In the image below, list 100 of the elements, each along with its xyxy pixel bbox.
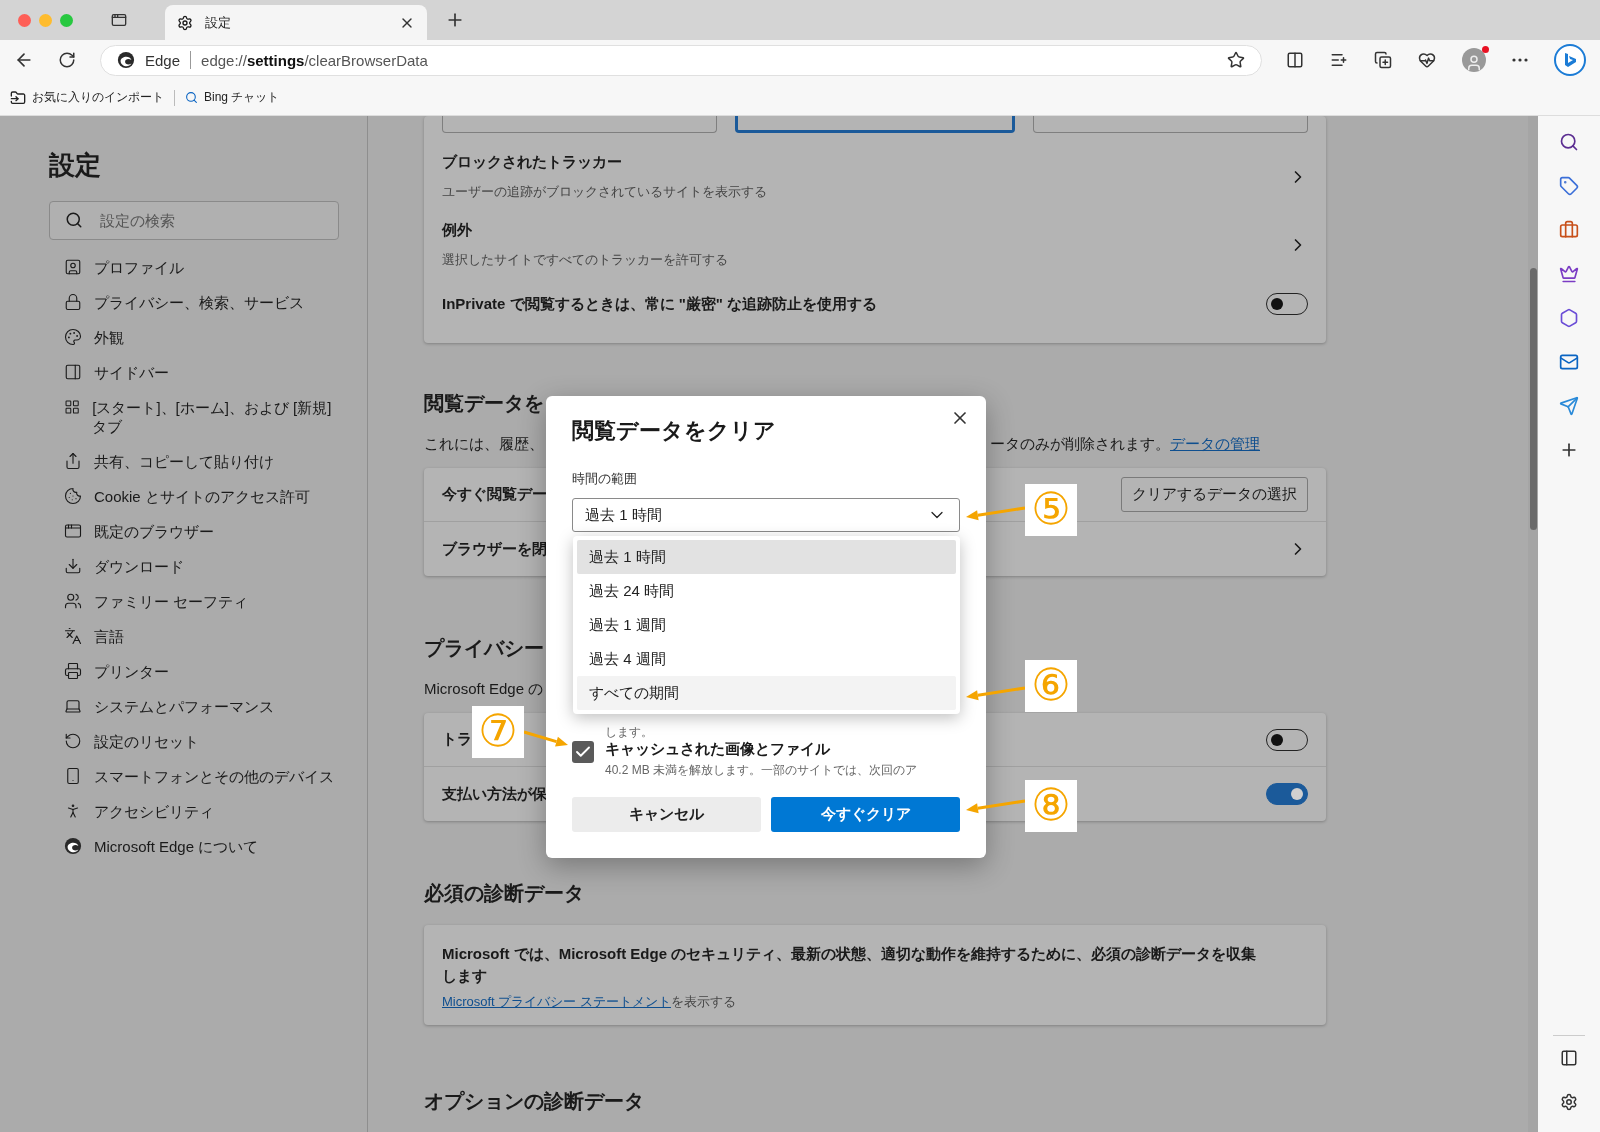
row-title: トラ	[442, 730, 472, 749]
nav-item[interactable]: スマートフォンとその他のデバイス	[49, 759, 339, 794]
browser-window-icon	[64, 522, 82, 540]
search-icon	[65, 211, 83, 229]
checkbox-description: 40.2 MB 未満を解放します。一部のサイトでは、次回のア	[605, 762, 918, 779]
step-number-label: ⑥	[1025, 660, 1077, 712]
row-title: ブロックされたトラッカー	[442, 153, 622, 172]
diagnostic-text: Microsoft では、Microsoft Edge のセキュリティ、最新の状態、適切な動作を維持するために、必須の診断データを収集します	[442, 944, 1258, 986]
dropdown-option[interactable]: すべての期間	[577, 676, 956, 710]
section-description: Microsoft Edge の	[424, 680, 544, 699]
nav-item[interactable]: ファミリー セーフティ	[49, 584, 339, 619]
toggle-switch[interactable]	[1266, 783, 1308, 805]
grid-icon	[64, 398, 81, 416]
tab-actions-icon[interactable]	[111, 12, 127, 28]
annotation-arrow	[966, 686, 1026, 701]
nav-item[interactable]: 外観	[49, 320, 339, 355]
manage-data-link[interactable]: データの管理	[1170, 435, 1260, 454]
more-icon	[1512, 58, 1528, 62]
more-menu-button[interactable]	[1512, 58, 1528, 62]
checkbox[interactable]	[572, 741, 594, 763]
favorites-bar-item[interactable]: Bing チャット	[185, 89, 280, 106]
share-icon	[64, 452, 82, 470]
tracking-option[interactable]	[1032, 116, 1308, 133]
dialog-title: 閲覧データをクリア	[572, 417, 777, 445]
settings-icon	[177, 14, 193, 31]
section-description: ータのみが削除されます。	[990, 435, 1170, 454]
annotation-arrow	[966, 506, 1026, 521]
health-button[interactable]	[1418, 51, 1436, 69]
choose-data-button[interactable]: クリアするデータの選択	[1121, 477, 1308, 512]
time-range-select[interactable]: 過去 1 時間	[572, 498, 960, 532]
lock-icon	[64, 293, 82, 311]
nav-item[interactable]: ダウンロード	[49, 549, 339, 584]
laptop-icon	[64, 697, 82, 715]
bing-logo-icon	[1563, 52, 1577, 68]
download-icon	[64, 557, 82, 575]
field-label: 時間の範囲	[572, 470, 638, 488]
nav-item[interactable]: システムとパフォーマンス	[49, 689, 339, 724]
section-heading: 必須の診断データ	[424, 881, 584, 906]
cancel-button[interactable]: キャンセル	[572, 797, 761, 832]
url-text: edge://settings/clearBrowserData	[201, 51, 429, 69]
edge-logo-icon	[117, 51, 135, 69]
section-heading: 閲覧データを	[424, 391, 544, 416]
favorite-star-button[interactable]	[1227, 51, 1245, 69]
step-number-label: ⑧	[1025, 780, 1077, 832]
nav-item[interactable]: サイドバー	[49, 355, 339, 390]
annotation-arrow	[966, 799, 1026, 814]
printer-icon	[64, 662, 82, 680]
step-number-label: ⑤	[1025, 484, 1077, 536]
browser-tab[interactable]: 設定	[165, 5, 427, 40]
step-number-label: ⑦	[472, 706, 524, 758]
collections-button[interactable]	[1374, 51, 1392, 69]
nav-item[interactable]: [スタート]、[ホーム]、および [新規] タブ	[49, 390, 339, 444]
nav-item[interactable]: 共有、コピーして貼り付け	[49, 444, 339, 479]
clear-now-button[interactable]: 今すぐクリア	[771, 797, 960, 832]
row-subtitle: ユーザーの追跡がブロックされているサイトを表示する	[442, 183, 767, 201]
profile-avatar[interactable]	[1462, 48, 1486, 72]
sidebar-icon	[64, 363, 82, 381]
site-label: Edge	[145, 51, 181, 69]
tracking-option[interactable]	[735, 116, 1015, 133]
nav-item[interactable]: 言語	[49, 619, 339, 654]
search-icon	[185, 91, 198, 104]
nav-item[interactable]: アクセシビリティ	[49, 794, 339, 829]
settings-title: 設定	[49, 149, 102, 182]
section-heading: プライバシー	[424, 636, 544, 661]
edge-logo-icon	[64, 837, 82, 855]
people-icon	[64, 592, 82, 610]
dropdown-option[interactable]: 過去 1 時間	[577, 540, 956, 574]
row-subtitle: 選択したサイトですべてのトラッカーを許可する	[442, 251, 728, 269]
phone-icon	[64, 767, 82, 785]
settings-search-field[interactable]: 設定の検索	[49, 201, 339, 240]
row-title: InPrivate で閲覧するときは、常に "厳密" な追跡防止を使用する	[442, 294, 878, 314]
address-bar[interactable]: Edge edge://settings/clearBrowserData	[100, 44, 1262, 76]
nav-item[interactable]: 既定のブラウザー	[49, 514, 339, 549]
cookie-icon	[64, 487, 82, 505]
annotation-arrow	[523, 730, 568, 747]
checkbox-label: キャッシュされた画像とファイル	[605, 740, 831, 759]
nav-item[interactable]: 設定のリセット	[49, 724, 339, 759]
nav-item[interactable]: プライバシー、検索、サービス	[49, 285, 339, 320]
section-description: これには、履歴、	[424, 435, 544, 454]
nav-item[interactable]: Microsoft Edge について	[49, 829, 339, 864]
row-title: 支払い方法が保	[442, 784, 547, 804]
row-title: 例外	[442, 221, 472, 240]
nav-item[interactable]: Cookie とサイトのアクセス許可	[49, 479, 339, 514]
favorites-bar-item[interactable]: お気に入りのインポート	[10, 89, 164, 106]
nav-item[interactable]: プロファイル	[49, 250, 339, 285]
privacy-statement-link[interactable]: Microsoft プライバシー ステートメント	[442, 994, 671, 1009]
favorites-button[interactable]	[1330, 51, 1348, 69]
language-icon	[64, 627, 82, 645]
profile-icon	[64, 258, 82, 276]
palette-icon	[64, 328, 82, 346]
scrollbar-thumb[interactable]	[1530, 268, 1537, 530]
bing-button[interactable]	[1554, 44, 1586, 76]
reset-icon	[64, 732, 82, 750]
nav-item[interactable]: プリンター	[49, 654, 339, 689]
split-screen-button[interactable]	[1286, 51, 1304, 69]
option-description: します。	[604, 724, 653, 740]
tab-title: 設定	[205, 13, 232, 32]
tracking-option[interactable]	[442, 116, 718, 133]
row-title: ブラウザーを閉	[442, 539, 547, 559]
refresh-button[interactable]	[58, 51, 76, 69]
